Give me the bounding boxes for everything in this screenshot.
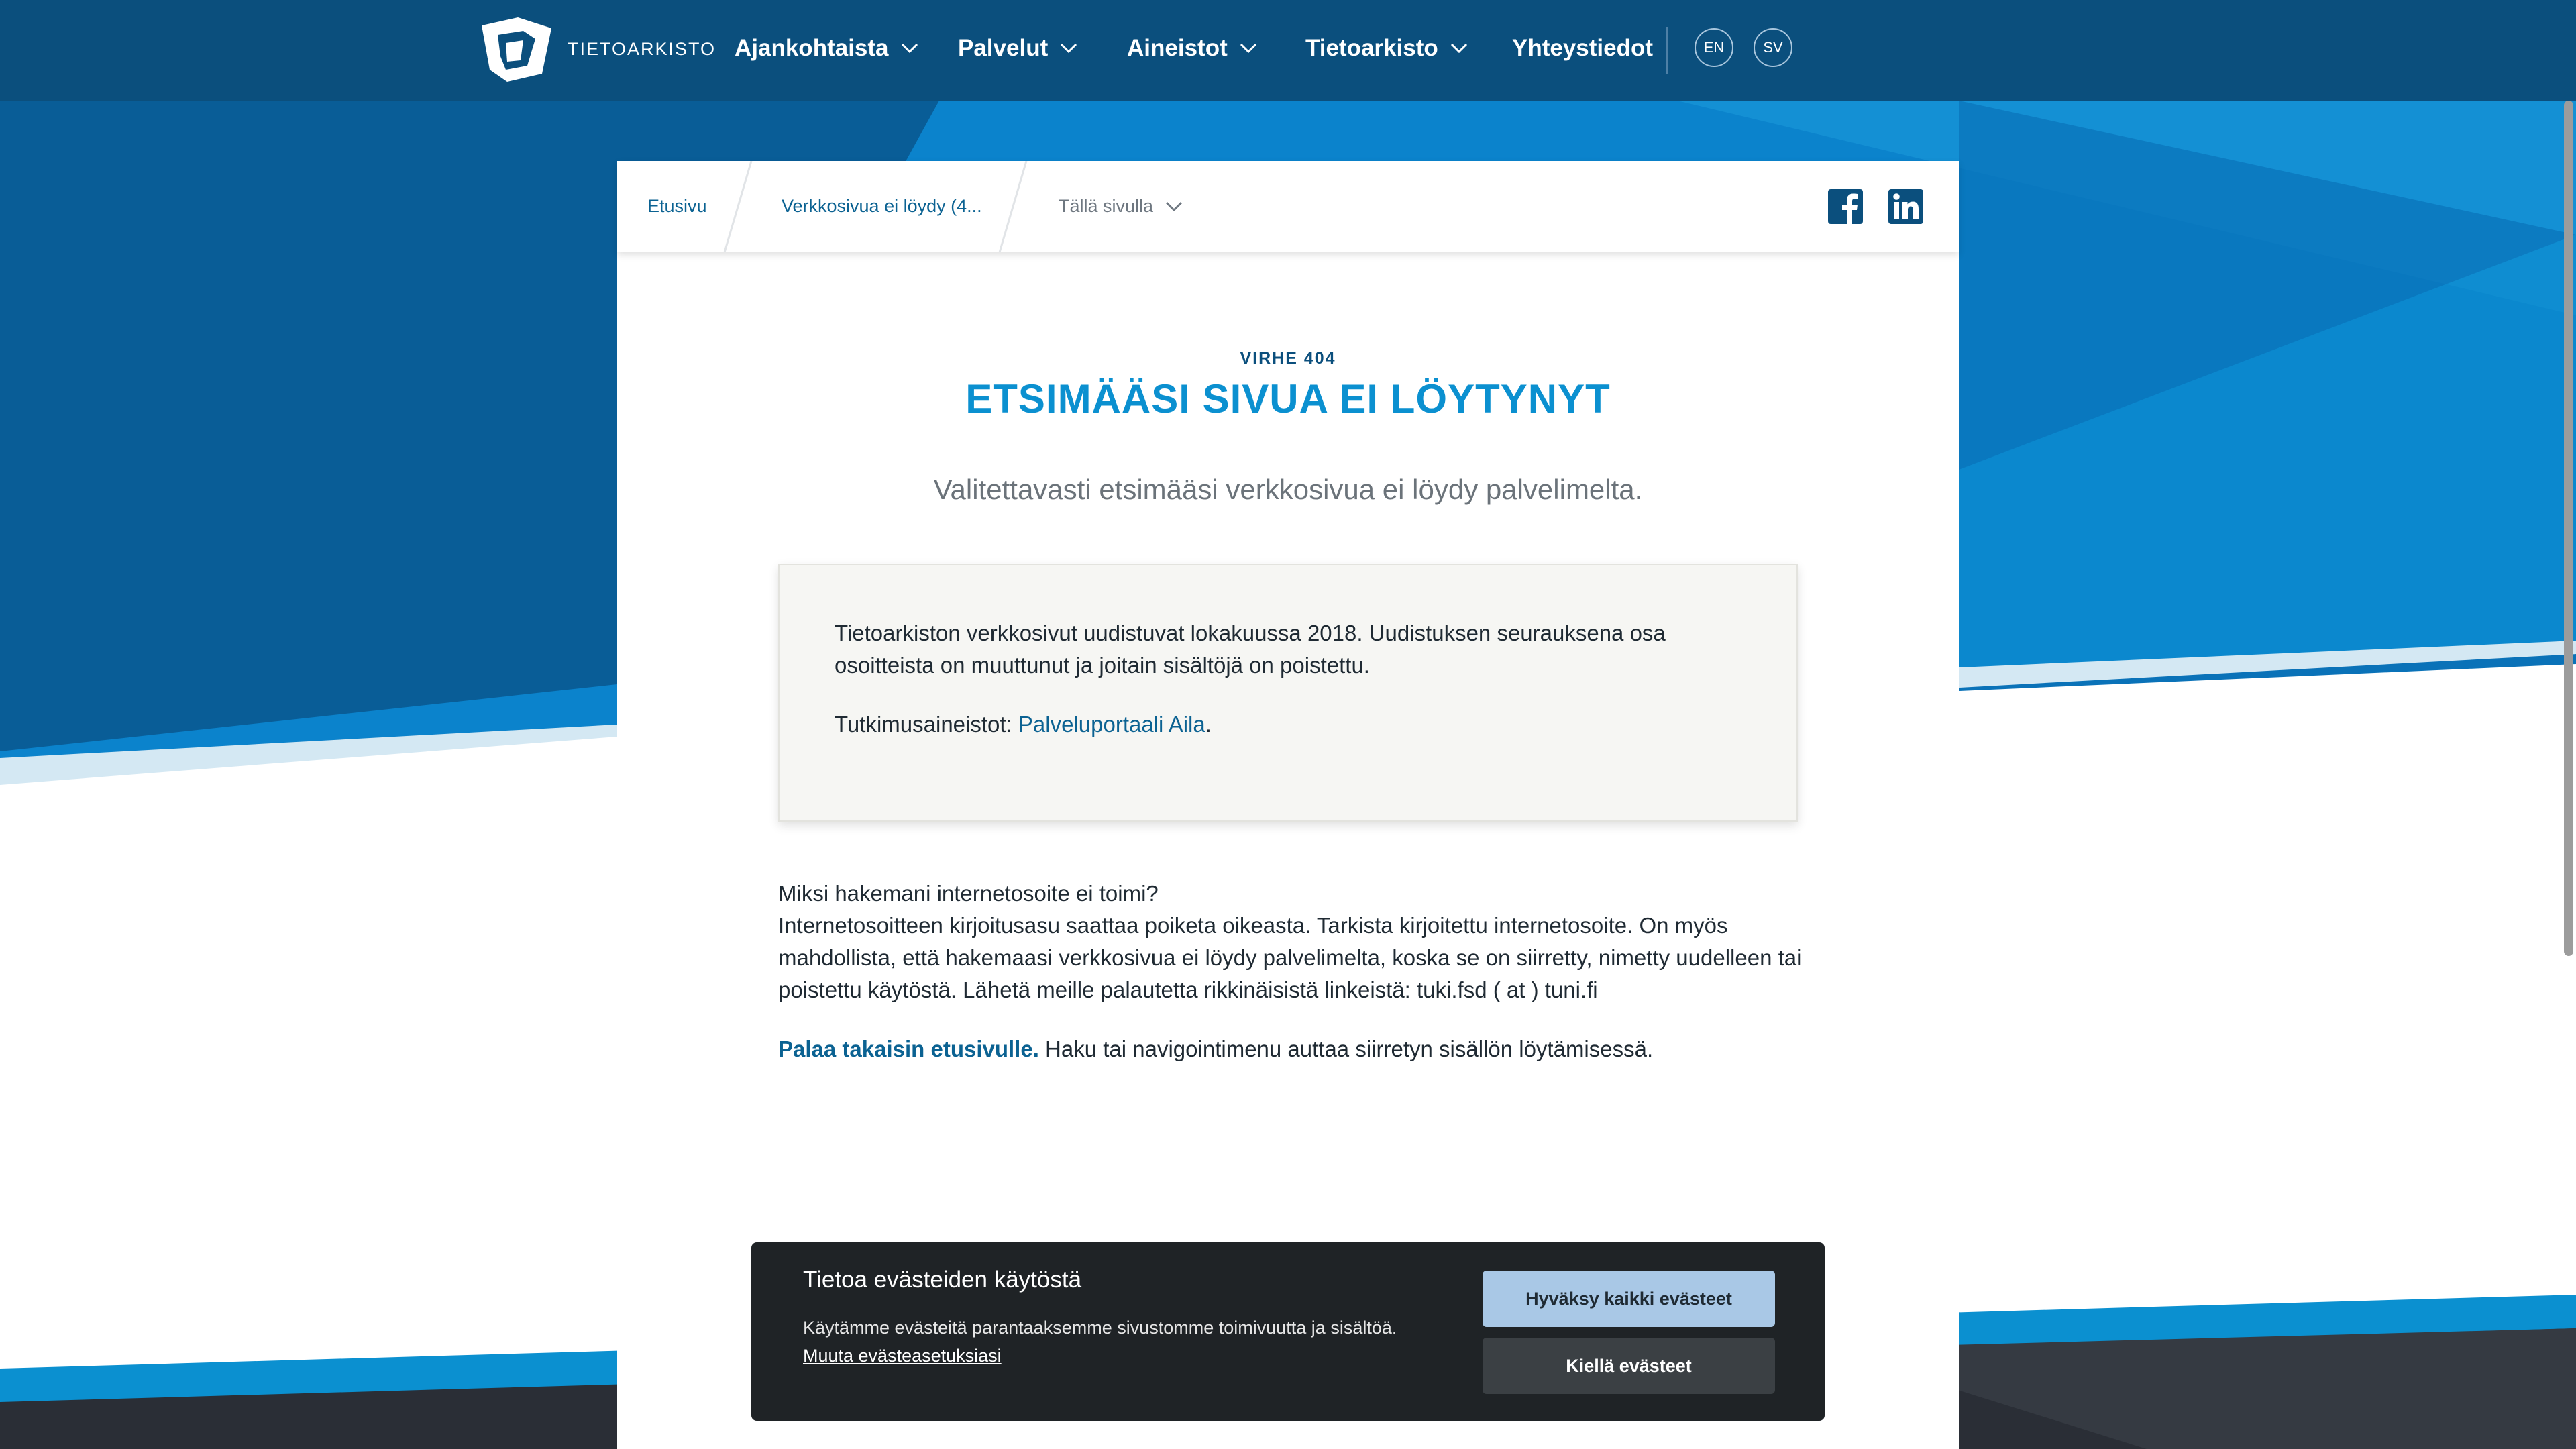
- back-line: Palaa takaisin etusivulle. Haku tai navi…: [778, 1033, 1825, 1065]
- help-explanation: Internetosoitteen kirjoitusasu saattaa p…: [778, 913, 1802, 1002]
- chevron-down-icon: [1166, 201, 1183, 211]
- nav-item-label: Tietoarkisto: [1305, 35, 1438, 61]
- notice-link-line: Tutkimusaineistot: Palveluportaali Aila.: [835, 708, 1720, 741]
- nav-item-ajankohtaista[interactable]: Ajankohtaista: [735, 35, 918, 62]
- logo-text[interactable]: TIETOARKISTO: [568, 39, 716, 60]
- breadcrumb: Etusivu Verkkosivua ei löydy (4... Tällä…: [617, 161, 1959, 252]
- notice-box: Tietoarkiston verkkosivut uudistuvat lok…: [778, 564, 1798, 822]
- breadcrumb-home-link[interactable]: Etusivu: [647, 196, 707, 217]
- language-en-button[interactable]: EN: [1695, 28, 1733, 67]
- breadcrumb-separator: [998, 161, 1028, 252]
- help-question: Miksi hakemani internetosoite ei toimi?: [778, 881, 1159, 906]
- cookie-banner: Tietoa evästeiden käytöstä Käytämme eväs…: [751, 1242, 1825, 1421]
- language-sv-button[interactable]: SV: [1754, 28, 1792, 67]
- nav-item-label: Aineistot: [1127, 35, 1228, 61]
- on-this-page-dropdown[interactable]: Tällä sivulla: [1059, 196, 1183, 217]
- nav-item-yhteystiedot[interactable]: Yhteystiedot: [1512, 35, 1653, 62]
- nav-item-label: Palvelut: [958, 35, 1049, 61]
- nav-item-aineistot[interactable]: Aineistot: [1127, 35, 1257, 62]
- notice-text: Tietoarkiston verkkosivut uudistuvat lok…: [835, 621, 1666, 678]
- nav-item-tietoarkisto[interactable]: Tietoarkisto: [1305, 35, 1468, 62]
- cookie-settings-link[interactable]: Muuta evästeasetuksiasi: [803, 1346, 1002, 1366]
- page-title: ETSIMÄÄSI SIVUA EI LÖYTYNYT: [965, 376, 1611, 421]
- cookie-text: Käytämme evästeitä parantaaksemme sivust…: [803, 1318, 1397, 1338]
- back-line-suffix: Haku tai navigointimenu auttaa siirretyn…: [1038, 1036, 1654, 1061]
- nav-item-label: Ajankohtaista: [735, 35, 889, 61]
- chevron-down-icon: [1450, 43, 1467, 54]
- breadcrumb-current[interactable]: Verkkosivua ei löydy (4...: [782, 196, 982, 217]
- accept-cookies-button[interactable]: Hyväksy kaikki evästeet: [1483, 1271, 1775, 1327]
- facebook-icon[interactable]: [1828, 189, 1863, 224]
- chevron-down-icon: [1061, 43, 1077, 54]
- nav-item-palvelut[interactable]: Palvelut: [958, 35, 1077, 62]
- notice-link-suffix: .: [1205, 712, 1212, 737]
- on-this-page-label: Tällä sivulla: [1059, 196, 1154, 216]
- top-navigation: TIETOARKISTO Ajankohtaista Palvelut Aine…: [0, 0, 2576, 101]
- breadcrumb-separator: [723, 161, 753, 252]
- error-code: VIRHE 404: [1240, 349, 1336, 368]
- tietoarkisto-logo-icon[interactable]: [476, 16, 557, 83]
- lead-text: Valitettavasti etsimääsi verkkosivua ei …: [933, 474, 1643, 505]
- cookie-title: Tietoa evästeiden käytöstä: [803, 1267, 1082, 1293]
- notice-link-prefix: Tutkimusaineistot:: [835, 712, 1018, 737]
- nav-item-label: Yhteystiedot: [1512, 35, 1654, 61]
- linkedin-icon[interactable]: [1888, 189, 1923, 224]
- chevron-down-icon: [1240, 43, 1256, 54]
- back-to-home-link[interactable]: Palaa takaisin etusivulle.: [778, 1036, 1039, 1061]
- deny-cookies-button[interactable]: Kiellä evästeet: [1483, 1338, 1775, 1394]
- aila-portal-link[interactable]: Palveluportaali Aila: [1018, 712, 1205, 737]
- nav-divider: [1666, 27, 1668, 74]
- chevron-down-icon: [901, 43, 918, 54]
- scrollbar-thumb[interactable]: [2564, 101, 2573, 956]
